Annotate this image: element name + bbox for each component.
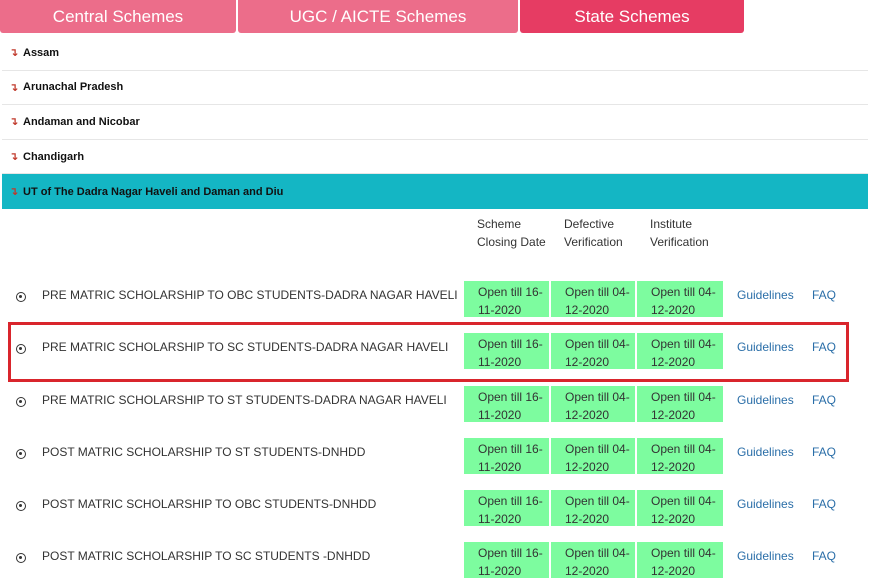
faq-link[interactable]: FAQ	[812, 549, 836, 563]
state-label: UT of The Dadra Nagar Haveli and Daman a…	[23, 185, 284, 198]
arrow-down-right-icon: ↴	[9, 151, 19, 164]
scheme-name: POST MATRIC SCHOLARSHIP TO OBC STUDENTS-…	[42, 497, 377, 511]
institute-verification-cell: Open till 04-12-2020	[637, 281, 723, 317]
guidelines-link[interactable]: Guidelines	[737, 393, 794, 407]
state-item-andaman-and-nicobar[interactable]: ↴ Andaman and Nicobar	[2, 105, 868, 140]
arrow-down-right-icon: ↴	[9, 116, 19, 129]
arrow-down-right-icon: ↴	[9, 81, 19, 94]
institute-verification-cell: Open till 04-12-2020	[637, 438, 723, 474]
faq-link[interactable]: FAQ	[812, 393, 836, 407]
institute-verification-cell: Open till 04-12-2020	[637, 386, 723, 422]
scheme-name: PRE MATRIC SCHOLARSHIP TO ST STUDENTS-DA…	[42, 393, 447, 407]
closing-date-cell: Open till 16-11-2020	[464, 542, 549, 578]
faq-link[interactable]: FAQ	[812, 497, 836, 511]
faq-link[interactable]: FAQ	[812, 288, 836, 302]
state-item-chandigarh[interactable]: ↴ Chandigarh	[2, 140, 868, 175]
arrow-down-right-icon: ↴	[9, 47, 19, 60]
scheme-row: POST MATRIC SCHOLARSHIP TO ST STUDENTS-D…	[0, 438, 870, 485]
state-label: Arunachal Pradesh	[23, 81, 124, 94]
institute-verification-cell: Open till 04-12-2020	[637, 490, 723, 526]
guidelines-link[interactable]: Guidelines	[737, 497, 794, 511]
defective-verification-cell: Open till 04-12-2020	[551, 490, 635, 526]
guidelines-link[interactable]: Guidelines	[737, 549, 794, 563]
scheme-row: PRE MATRIC SCHOLARSHIP TO ST STUDENTS-DA…	[0, 386, 870, 433]
state-item-arunachal-pradesh[interactable]: ↴ Arunachal Pradesh	[2, 71, 868, 106]
institute-verification-cell: Open till 04-12-2020	[637, 542, 723, 578]
defective-verification-cell: Open till 04-12-2020	[551, 281, 635, 317]
scheme-row: POST MATRIC SCHOLARSHIP TO OBC STUDENTS-…	[0, 490, 870, 537]
guidelines-link[interactable]: Guidelines	[737, 445, 794, 459]
defective-verification-cell: Open till 04-12-2020	[551, 542, 635, 578]
closing-date-cell: Open till 16-11-2020	[464, 490, 549, 526]
highlight-box	[8, 322, 849, 382]
state-label: Chandigarh	[23, 150, 85, 163]
arrow-down-right-icon: ↴	[9, 186, 19, 199]
closing-date-cell: Open till 16-11-2020	[464, 438, 549, 474]
column-header-closing-date: Scheme Closing Date	[477, 217, 546, 249]
column-header-defective-verification: Defective Verification	[564, 217, 623, 249]
state-label: Andaman and Nicobar	[23, 115, 140, 128]
scheme-tabs: Central Schemes UGC / AICTE Schemes Stat…	[0, 0, 870, 34]
defective-verification-cell: Open till 04-12-2020	[551, 386, 635, 422]
radio-selected-icon[interactable]	[16, 501, 26, 511]
closing-date-cell: Open till 16-11-2020	[464, 281, 549, 317]
faq-link[interactable]: FAQ	[812, 445, 836, 459]
tab-central-schemes[interactable]: Central Schemes	[0, 0, 236, 33]
scheme-name: POST MATRIC SCHOLARSHIP TO ST STUDENTS-D…	[42, 445, 366, 459]
column-header-institute-verification: Institute Verification	[650, 217, 709, 249]
tab-ugc-aicte-schemes[interactable]: UGC / AICTE Schemes	[238, 0, 518, 33]
state-item-dadra-nagar-haveli-daman-diu[interactable]: ↴ UT of The Dadra Nagar Haveli and Daman…	[2, 174, 868, 210]
guidelines-link[interactable]: Guidelines	[737, 288, 794, 302]
radio-selected-icon[interactable]	[16, 397, 26, 407]
radio-selected-icon[interactable]	[16, 292, 26, 302]
scheme-row: POST MATRIC SCHOLARSHIP TO SC STUDENTS -…	[0, 542, 870, 584]
closing-date-cell: Open till 16-11-2020	[464, 386, 549, 422]
radio-selected-icon[interactable]	[16, 449, 26, 459]
state-list: ↴ Assam ↴ Arunachal Pradesh ↴ Andaman an…	[2, 36, 868, 210]
state-label: Assam	[23, 46, 60, 59]
defective-verification-cell: Open till 04-12-2020	[551, 438, 635, 474]
scheme-name: PRE MATRIC SCHOLARSHIP TO OBC STUDENTS-D…	[42, 288, 458, 302]
tab-state-schemes[interactable]: State Schemes	[520, 0, 744, 33]
radio-selected-icon[interactable]	[16, 553, 26, 563]
state-item-assam[interactable]: ↴ Assam	[2, 36, 868, 71]
scheme-name: POST MATRIC SCHOLARSHIP TO SC STUDENTS -…	[42, 549, 371, 563]
